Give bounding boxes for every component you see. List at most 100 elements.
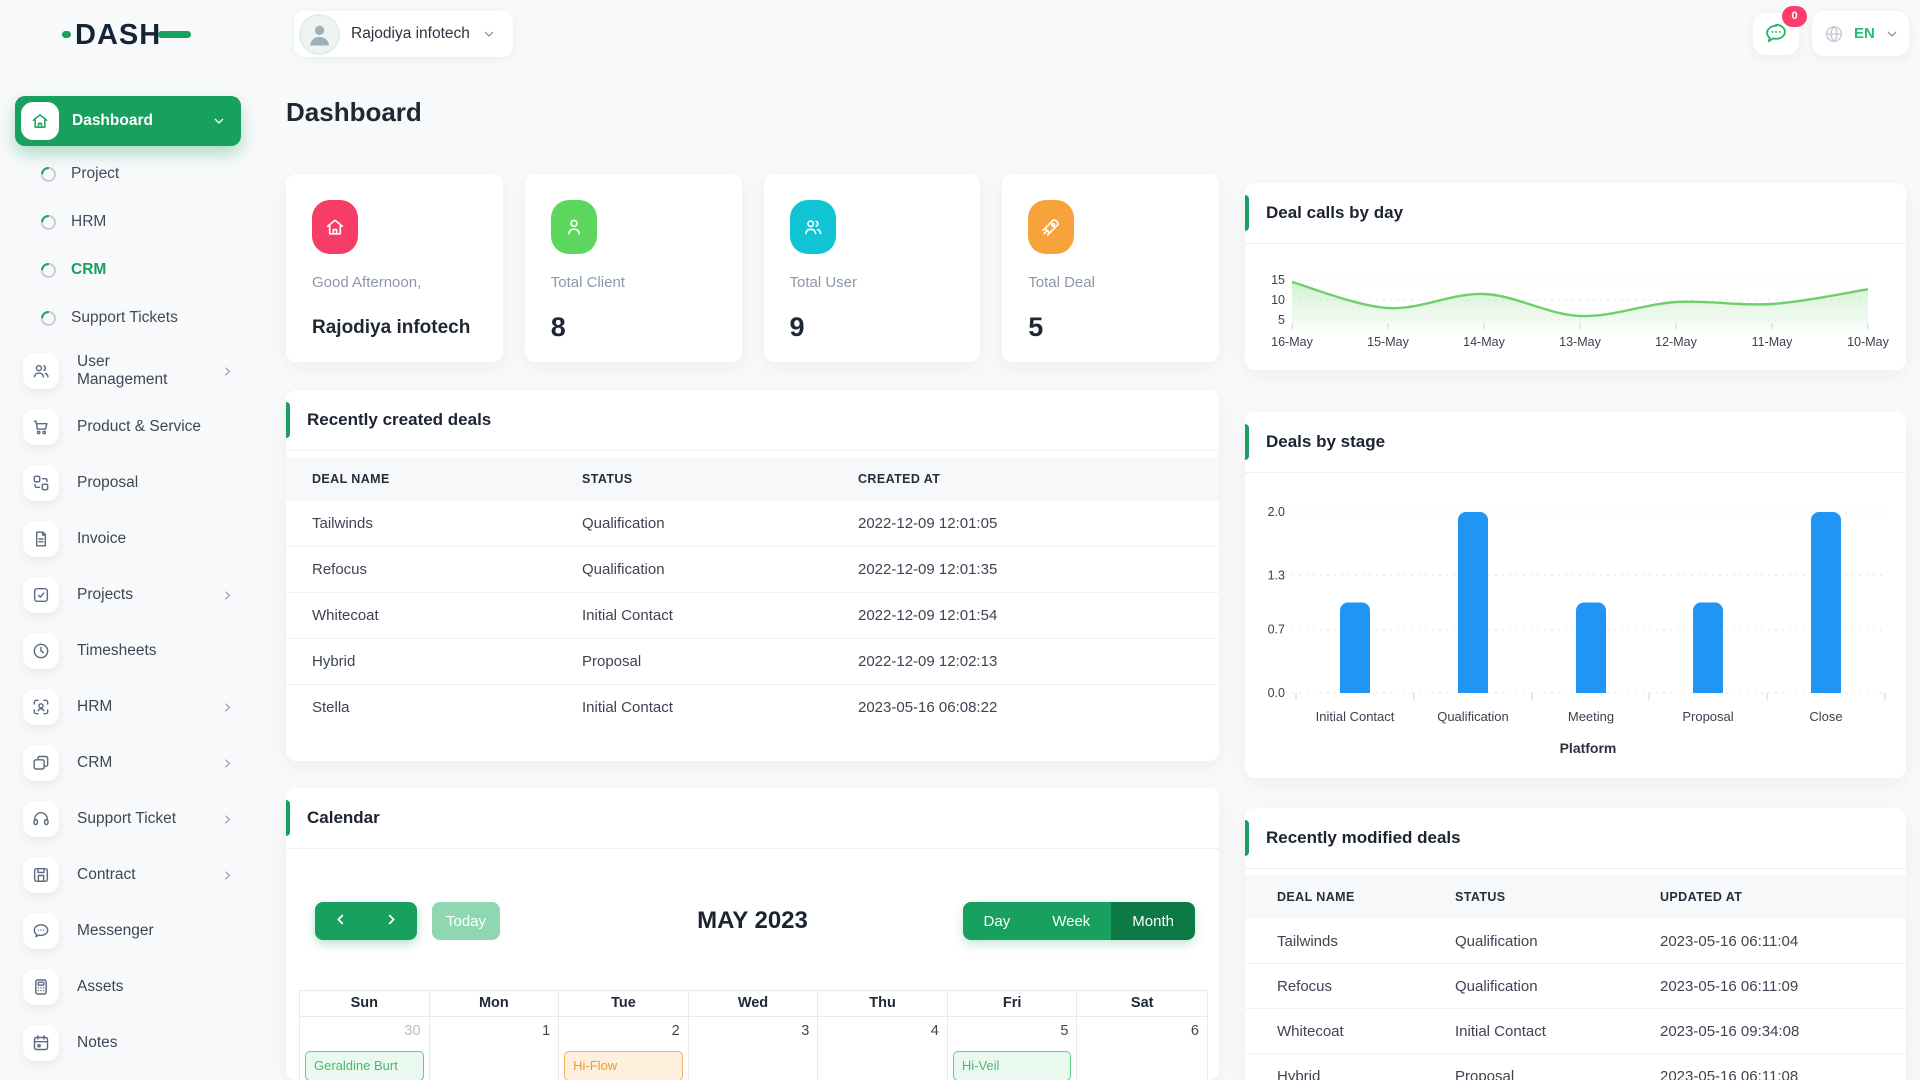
- deals-by-stage-card: Deals by stage 0.0 0.7 1.3 2.0 Initial Conta…: [1245, 412, 1906, 778]
- sidebar-item-label: Product & Service: [77, 418, 202, 435]
- weekday-header: Wed: [688, 991, 819, 1017]
- logo-text: DASH: [75, 19, 161, 51]
- card-title: Recently modified deals: [1266, 828, 1461, 847]
- app-logo[interactable]: DASH: [62, 14, 194, 59]
- invoice-icon: [23, 521, 59, 557]
- sidebar-item-user-management[interactable]: User Management: [15, 343, 241, 399]
- card-header: Recently created deals: [286, 390, 1219, 451]
- sidebar-item-contract[interactable]: Contract: [15, 847, 241, 903]
- sidebar: Dashboard Project HRM CRM Support Tickets U…: [15, 96, 241, 1071]
- date-number: 3: [801, 1023, 810, 1039]
- sidebar-item-label: User Management: [77, 353, 168, 388]
- table-cell: Refocus: [312, 561, 368, 578]
- messages-button[interactable]: 0: [1753, 6, 1807, 55]
- sidebar-item-product-service[interactable]: Product & Service: [15, 399, 241, 455]
- sidebar-item-dashboard[interactable]: Dashboard: [15, 96, 241, 146]
- sidebar-item-notes[interactable]: Notes: [15, 1015, 241, 1071]
- table-cell: Hybrid: [1277, 1067, 1321, 1080]
- date-number: 6: [1190, 1023, 1199, 1039]
- weekday-header: Sun: [300, 991, 430, 1017]
- table-cell: 2023-05-16 06:08:22: [858, 699, 998, 716]
- transfer-icon: [23, 465, 59, 501]
- sidebar-item-projects[interactable]: Projects: [15, 567, 241, 623]
- stat-card-total-user: Total User 9: [763, 174, 981, 362]
- calendar-card: Calendar Today MAY 2023 Day Week Month Sun…: [286, 788, 1219, 1080]
- sidebar-item-label: HRM: [71, 213, 107, 230]
- table-cell: 2023-05-16 06:11:04: [1660, 932, 1799, 950]
- svg-text:10-May: 10-May: [1847, 335, 1889, 349]
- sidebar-item-hrm[interactable]: HRM: [15, 679, 241, 735]
- calendar-event[interactable]: Hi-Flow: [564, 1051, 683, 1080]
- stat-card-total-deal: Total Deal 5: [1002, 174, 1219, 362]
- calendar-day-cell[interactable]: 2 Hi-Flow: [559, 1017, 689, 1080]
- sidebar-item-support-ticket[interactable]: Support Ticket: [15, 791, 241, 847]
- chevron-down-icon: [211, 113, 227, 129]
- calendar-day-cell[interactable]: 1: [430, 1017, 560, 1080]
- ring-bullet-icon: [41, 214, 56, 230]
- sidebar-subitem-hrm[interactable]: HRM: [15, 198, 241, 246]
- sidebar-item-crm[interactable]: CRM: [15, 735, 241, 791]
- table-cell: 2023-05-16 09:34:08: [1660, 1022, 1800, 1040]
- table-cell: Initial Contact: [582, 699, 673, 716]
- calendar-day-cell[interactable]: 30 Geraldine Burt: [300, 1017, 430, 1080]
- column-header: DEAL NAME: [312, 472, 390, 486]
- table-cell: Qualification: [1455, 932, 1538, 950]
- sidebar-subitem-project[interactable]: Project: [15, 150, 241, 198]
- recently-modified-card: Recently modified deals DEAL NAME STATUS U…: [1245, 808, 1906, 1080]
- sidebar-item-label: Projects: [77, 586, 133, 603]
- calendar-event[interactable]: Hi-Veil: [952, 1051, 1072, 1080]
- calendar-view-switcher: Day Week Month: [962, 902, 1195, 940]
- language-selector[interactable]: EN: [1812, 11, 1909, 56]
- ring-bullet-icon: [41, 310, 56, 326]
- column-header: CREATED AT: [858, 472, 941, 486]
- calendar-day-cell[interactable]: 3: [689, 1017, 819, 1080]
- stat-cards: Good Afternoon, Rajodiya infotech Total Cl…: [286, 174, 1219, 362]
- svg-text:Close: Close: [1809, 709, 1842, 724]
- calendar-day-cell[interactable]: 6: [1077, 1017, 1207, 1080]
- chevron-down-icon: [1884, 26, 1900, 42]
- svg-text:Initial Contact: Initial Contact: [1316, 709, 1395, 724]
- calendar-view-day[interactable]: Day: [962, 902, 1032, 940]
- calendar-day-cell[interactable]: 4: [818, 1017, 948, 1080]
- calendar-view-month[interactable]: Month: [1111, 902, 1195, 940]
- sidebar-item-proposal[interactable]: Proposal: [15, 455, 241, 511]
- language-code: EN: [1854, 25, 1875, 42]
- svg-text:16-May: 16-May: [1271, 335, 1313, 349]
- sidebar-item-label: Proposal: [77, 474, 139, 491]
- calendar-day-cell[interactable]: 5 Hi-Veil: [948, 1017, 1078, 1080]
- stat-card-total-client: Total Client 8: [524, 174, 742, 362]
- recently-created-table: DEAL NAME STATUS CREATED AT Tailwinds Qualif…: [286, 457, 1219, 730]
- date-number: 2: [671, 1023, 680, 1039]
- tasks-icon: [23, 577, 59, 613]
- table-cell: 2022-12-09 12:02:13: [858, 653, 998, 670]
- avatar: [299, 13, 340, 55]
- svg-text:1.3: 1.3: [1268, 568, 1285, 582]
- sidebar-subitem-support-tickets[interactable]: Support Tickets: [15, 294, 241, 342]
- stat-label: Total User: [789, 274, 858, 291]
- calendar-view-week[interactable]: Week: [1031, 902, 1112, 940]
- company-selector[interactable]: Rajodiya infotech: [294, 11, 513, 57]
- table-cell: Proposal: [582, 653, 642, 670]
- table-row: Tailwinds Qualification 2022-12-09 12:01:0…: [286, 501, 1219, 547]
- svg-text:Qualification: Qualification: [1437, 709, 1509, 724]
- table-cell: Whitecoat: [312, 607, 379, 624]
- ring-bullet-icon: [41, 166, 56, 182]
- weekday-header: Thu: [818, 991, 948, 1017]
- table-row: Refocus Qualification 2023-05-16 06:11:09: [1245, 964, 1906, 1009]
- weekday-header: Fri: [947, 991, 1078, 1017]
- recently-modified-table: DEAL NAME STATUS UPDATED AT Tailwinds Qualif…: [1245, 875, 1906, 1080]
- clock-icon: [23, 633, 59, 669]
- sidebar-subitem-crm[interactable]: CRM: [15, 246, 241, 294]
- sidebar-item-invoice[interactable]: Invoice: [15, 511, 241, 567]
- sidebar-item-assets[interactable]: Assets: [15, 959, 241, 1015]
- svg-text:10: 10: [1271, 293, 1285, 307]
- notification-badge: 0: [1782, 6, 1807, 27]
- sidebar-item-label: Invoice: [77, 530, 127, 547]
- table-row: Stella Initial Contact 2023-05-16 06:08:22: [286, 685, 1219, 730]
- sidebar-item-timesheets[interactable]: Timesheets: [15, 623, 241, 679]
- user-scan-icon: [23, 689, 59, 725]
- calendar-event[interactable]: Geraldine Burt: [305, 1051, 424, 1080]
- sidebar-item-messenger[interactable]: Messenger: [15, 903, 241, 959]
- svg-text:Meeting: Meeting: [1568, 709, 1614, 724]
- stat-label: Total Client: [550, 274, 625, 291]
